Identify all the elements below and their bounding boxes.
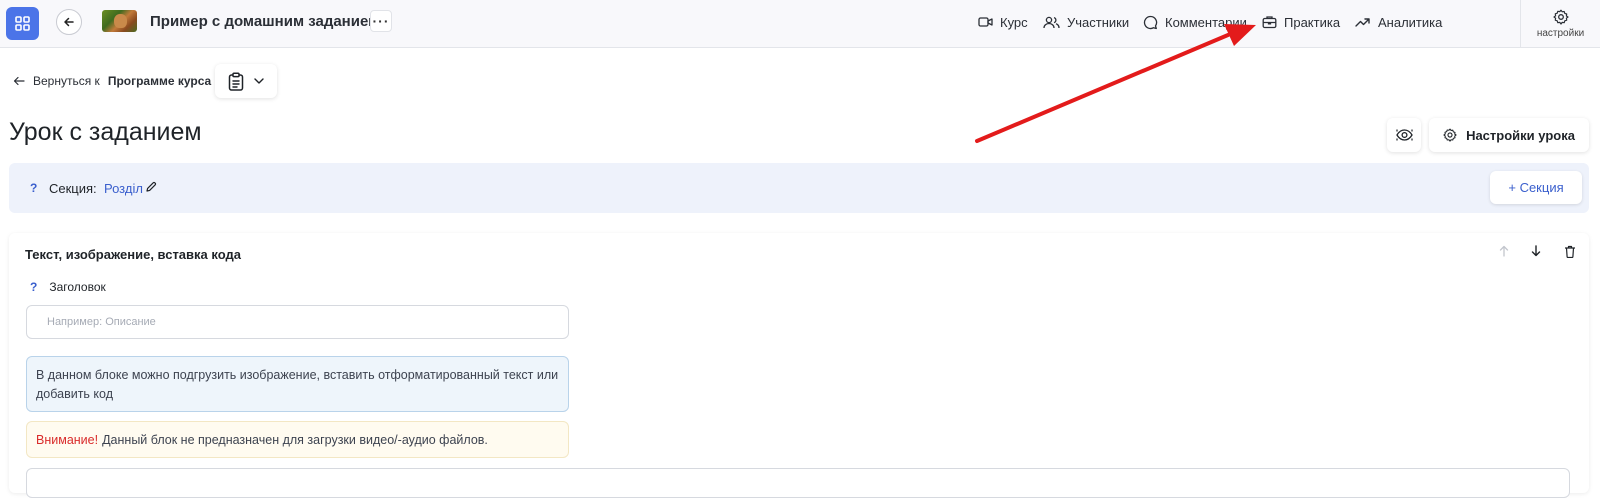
arrow-left-icon xyxy=(64,17,74,27)
preview-button[interactable] xyxy=(1387,118,1421,152)
back-to-program-link[interactable]: Вернуться к Программе курса xyxy=(13,74,211,88)
header-field-label-row: ? Заголовок xyxy=(30,280,106,294)
users-icon xyxy=(1043,16,1060,28)
course-thumbnail xyxy=(102,10,137,32)
nav-item-course[interactable]: Курс xyxy=(978,13,1028,31)
warning-text: Данный блок не предназначен для загрузки… xyxy=(102,432,488,447)
lesson-settings-label: Настройки урока xyxy=(1466,127,1575,143)
briefcase-icon xyxy=(1262,16,1277,29)
nav-label: Комментарии xyxy=(1165,14,1247,30)
block-title: Текст, изображение, вставка кода xyxy=(25,247,241,262)
header-field-label: Заголовок xyxy=(49,280,106,294)
arrow-left-icon xyxy=(13,76,25,86)
nav-label: Участники xyxy=(1067,14,1130,30)
move-down-button[interactable] xyxy=(1526,241,1546,261)
nav-label: Практика xyxy=(1284,14,1341,30)
gear-icon xyxy=(1443,128,1457,142)
help-icon[interactable]: ? xyxy=(30,181,37,195)
settings-label: настройки xyxy=(1536,28,1585,39)
eye-icon xyxy=(1395,129,1413,141)
nav-item-comments[interactable]: Комментарии xyxy=(1143,13,1247,31)
lesson-type-dropdown[interactable] xyxy=(215,64,277,98)
clipboard-icon xyxy=(228,71,244,91)
top-bar: Пример с домашним заданием ··· Курс Учас… xyxy=(0,0,1600,48)
lesson-settings-button[interactable]: Настройки урока xyxy=(1429,118,1589,152)
course-title: Пример с домашним заданием xyxy=(150,13,380,30)
video-icon xyxy=(978,17,993,27)
arrow-down-icon xyxy=(1531,245,1541,257)
header-input[interactable] xyxy=(26,305,569,339)
content-editor[interactable] xyxy=(26,468,1570,498)
help-icon[interactable]: ? xyxy=(30,280,37,294)
back-button[interactable] xyxy=(56,9,82,35)
settings-button[interactable]: настройки xyxy=(1520,0,1600,48)
nav-item-practice[interactable]: Практика xyxy=(1262,13,1340,31)
nav-item-participants[interactable]: Участники xyxy=(1043,13,1129,31)
page-title: Урок с заданием xyxy=(9,118,202,146)
section-name-link[interactable]: Розділ xyxy=(104,181,143,196)
pencil-icon[interactable] xyxy=(145,181,157,193)
section-bar: ? Секция: Розділ xyxy=(9,163,1589,213)
warning-notice: Внимание! Данный блок не предназначен дл… xyxy=(26,421,569,458)
nav-item-analytics[interactable]: Аналитика xyxy=(1355,13,1442,31)
trend-icon xyxy=(1355,18,1370,27)
section-label: Секция: xyxy=(49,181,97,196)
chevron-down-icon xyxy=(254,78,264,84)
more-options-button[interactable]: ··· xyxy=(370,10,392,32)
arrow-up-icon xyxy=(1499,245,1509,257)
gear-icon xyxy=(1552,9,1569,25)
breadcrumb-prefix: Вернуться к xyxy=(33,74,100,88)
breadcrumb-target: Программе курса xyxy=(107,74,212,88)
apps-grid-button[interactable] xyxy=(6,7,39,40)
info-notice: В данном блоке можно подгрузить изображе… xyxy=(26,356,569,412)
comment-icon xyxy=(1143,15,1158,29)
delete-block-button[interactable] xyxy=(1560,241,1580,261)
nav-label: Курс xyxy=(1000,14,1028,30)
move-up-button[interactable] xyxy=(1494,241,1514,261)
nav-label: Аналитика xyxy=(1378,14,1443,30)
add-section-button[interactable]: + Секция xyxy=(1490,171,1582,204)
trash-icon xyxy=(1565,245,1575,258)
grid-icon xyxy=(15,16,30,31)
warning-label: Внимание! xyxy=(36,432,99,447)
